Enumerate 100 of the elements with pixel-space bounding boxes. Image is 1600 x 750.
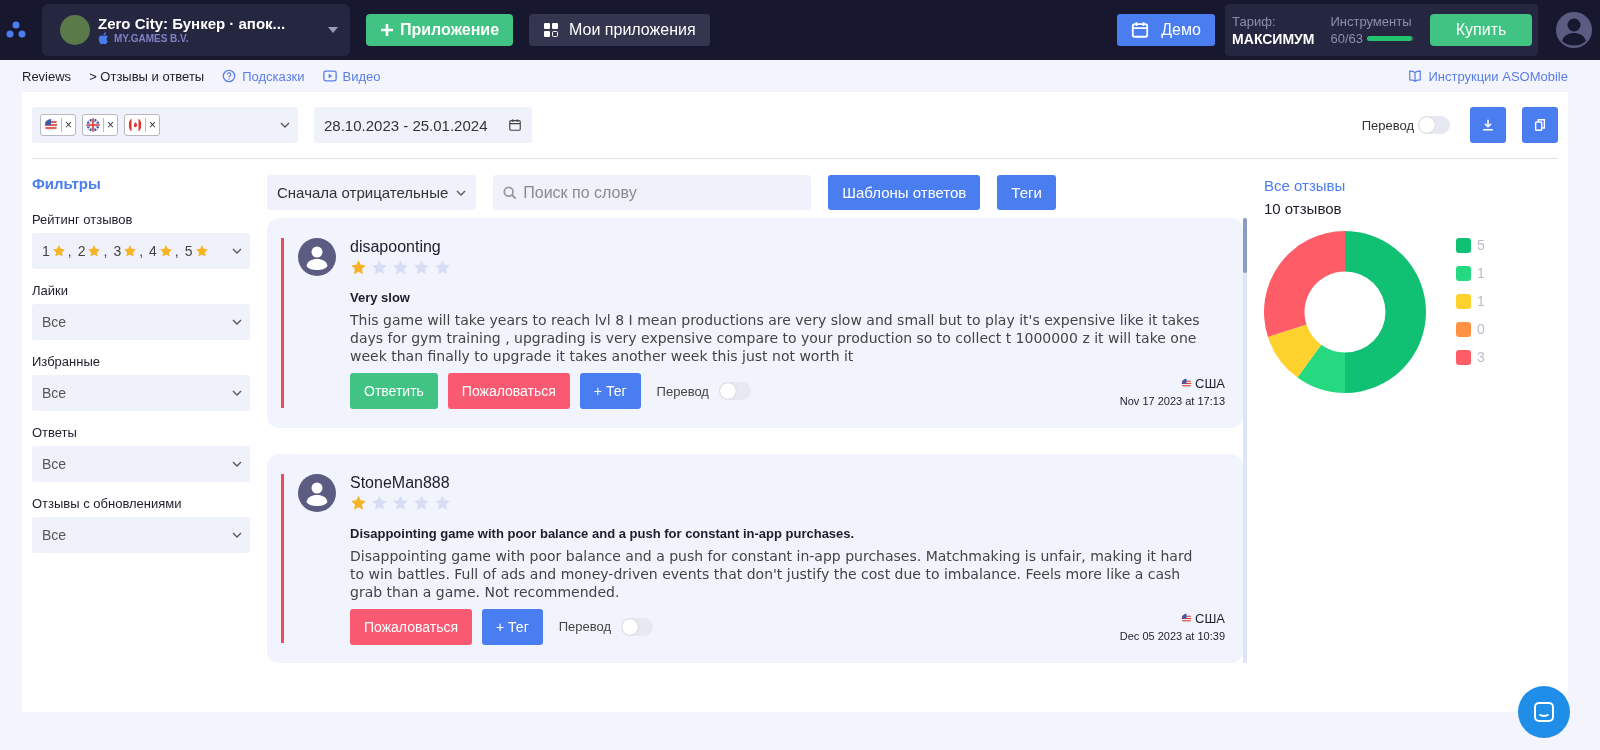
tariff-label: Тариф:	[1232, 13, 1277, 29]
user-avatar-icon[interactable]	[1556, 12, 1592, 48]
review-text: Disappointing game with poor balance and a push for constant in-app purchases. Matchmaking is unfair, making it hard to win battles. Full of ads and money-driven events that don't justify the cost due to imbalance. Feels more like a cash grab than a game. Not recommended.	[350, 546, 1194, 601]
chevron-down-icon	[232, 248, 242, 254]
chevron-down-icon	[232, 319, 242, 325]
legend-value: 1	[1477, 265, 1485, 281]
download-button[interactable]	[1470, 107, 1506, 143]
review-count: 10 отзывов	[1264, 200, 1343, 217]
user-avatar-icon	[298, 238, 336, 276]
filter-select[interactable]: Все	[32, 375, 250, 411]
review-date: Dec 05 2023 at 10:39	[1119, 630, 1225, 642]
search-field[interactable]: Поиск по слову	[493, 175, 812, 210]
app-selector[interactable]: Zero City: Бункер · апок... MY.GAMES B.V.	[42, 4, 350, 56]
tools-label: Инструменты	[1330, 14, 1413, 29]
review-author: StoneMan888	[350, 473, 451, 492]
book-icon	[1408, 69, 1423, 83]
calendar-icon	[1131, 21, 1150, 39]
chat-icon	[1532, 700, 1556, 724]
country-chip[interactable]: ×	[82, 114, 119, 136]
copy-icon	[1533, 118, 1547, 132]
filter-label: Ответы	[32, 425, 78, 440]
review-author: disapoonting	[350, 238, 442, 256]
rating-filter-select[interactable]: 1 , 2 , 3 , 4 , 5	[32, 233, 250, 269]
translate-toggle[interactable]	[1418, 116, 1450, 134]
review-country: США	[1195, 611, 1225, 626]
date-range-field[interactable]: 28.10.2023 - 25.01.2024	[314, 107, 532, 143]
country-chip[interactable]: ×	[40, 114, 76, 136]
tags-button[interactable]: Теги	[997, 175, 1056, 210]
chat-button[interactable]	[1518, 686, 1570, 738]
add-tag-button[interactable]: + Тег	[579, 373, 641, 409]
review-title: Very slow	[350, 290, 411, 305]
review-date: Nov 17 2023 at 17:13	[1119, 394, 1225, 407]
legend-value: 0	[1477, 321, 1485, 337]
translate-label: Перевод	[1361, 117, 1414, 133]
chevron-down-icon	[232, 532, 242, 538]
legend-value: 1	[1477, 293, 1485, 309]
translate-toggle[interactable]	[621, 617, 654, 636]
review-country: США	[1195, 375, 1225, 391]
canada-flag-icon	[128, 118, 147, 132]
breadcrumb-current: > Отзывы и ответы	[89, 68, 205, 84]
publisher-name: MY.GAMES B.V.	[114, 33, 189, 44]
summary-title: Все отзывы	[1264, 177, 1347, 194]
tariff-plan: МАКСИМУМ	[1232, 30, 1315, 47]
filter-label: Рейтинг отзывов	[32, 212, 134, 227]
demo-button[interactable]: Демо	[1117, 14, 1216, 46]
hints-link[interactable]: Подсказки	[222, 68, 305, 84]
filter-select[interactable]: Все	[32, 446, 250, 482]
star-icon	[51, 244, 66, 258]
translate-label: Перевод	[656, 383, 709, 399]
remove-country-button[interactable]: ×	[149, 118, 157, 132]
uk-flag-icon	[86, 118, 104, 132]
add-tag-button[interactable]: + Тег	[482, 608, 543, 645]
download-icon	[1481, 118, 1495, 132]
us-flag-icon	[1181, 377, 1193, 389]
apple-icon	[98, 32, 109, 45]
filter-label: Лайки	[32, 283, 69, 298]
country-select[interactable]: × × ×	[32, 107, 298, 143]
reply-templates-button[interactable]: Шаблоны ответов	[828, 175, 981, 210]
my-apps-button[interactable]: Мои приложения	[529, 14, 710, 46]
chevron-down-icon	[232, 390, 242, 396]
filters-title: Фильтры	[32, 175, 102, 192]
play-icon	[322, 69, 337, 83]
filter-select[interactable]: Все	[32, 304, 250, 340]
instructions-link[interactable]: Инструкции ASOMobile	[1408, 68, 1568, 84]
grid-icon	[543, 22, 560, 38]
remove-country-button[interactable]: ×	[107, 118, 115, 132]
country-chip[interactable]: ×	[124, 114, 161, 136]
app-title: Zero City: Бункер · апок...	[98, 15, 287, 32]
caret-icon	[328, 27, 338, 33]
scrollbar-thumb[interactable]	[1243, 218, 1247, 273]
logo-icon[interactable]	[6, 21, 26, 39]
tools-count: 60/63	[1330, 31, 1363, 46]
us-flag-icon	[1181, 613, 1193, 624]
user-avatar-icon	[298, 473, 336, 512]
legend-value: 5	[1477, 237, 1485, 253]
star-icon	[158, 244, 173, 258]
breadcrumb-root[interactable]: Reviews	[22, 68, 72, 84]
chevron-down-icon	[280, 122, 290, 128]
star-icon	[123, 244, 138, 258]
app-icon-placeholder	[60, 15, 90, 45]
remove-country-button[interactable]: ×	[65, 118, 72, 132]
legend-value: 3	[1477, 349, 1485, 365]
help-icon	[222, 69, 237, 83]
plus-icon	[380, 23, 394, 37]
translate-toggle[interactable]	[718, 382, 751, 400]
filter-select[interactable]: Все	[32, 517, 250, 553]
search-icon	[503, 186, 518, 200]
us-flag-icon	[44, 118, 62, 132]
chevron-down-icon	[456, 189, 467, 196]
review-text: This game will take years to reach lvl 8 I mean productions are very slow and small but to play it's expensive like it takes days for gym training , upgrading is very expensive compare to your production so to collect t 1000000 z it will take one week than finally to upgrade it takes another week this just not worth it	[350, 311, 1201, 365]
star-icon	[87, 244, 102, 258]
copy-button[interactable]	[1522, 107, 1558, 143]
star-icon	[194, 244, 209, 258]
calendar-icon	[508, 118, 522, 132]
video-link[interactable]: Видео	[322, 68, 381, 84]
translate-label: Перевод	[558, 619, 612, 634]
review-title: Disappointing game with poor balance and a push for constant in-app purchases.	[350, 525, 856, 541]
chevron-down-icon	[232, 461, 242, 467]
sort-select[interactable]: Сначала отрицательные	[267, 175, 477, 210]
filter-label: Избранные	[32, 354, 101, 369]
